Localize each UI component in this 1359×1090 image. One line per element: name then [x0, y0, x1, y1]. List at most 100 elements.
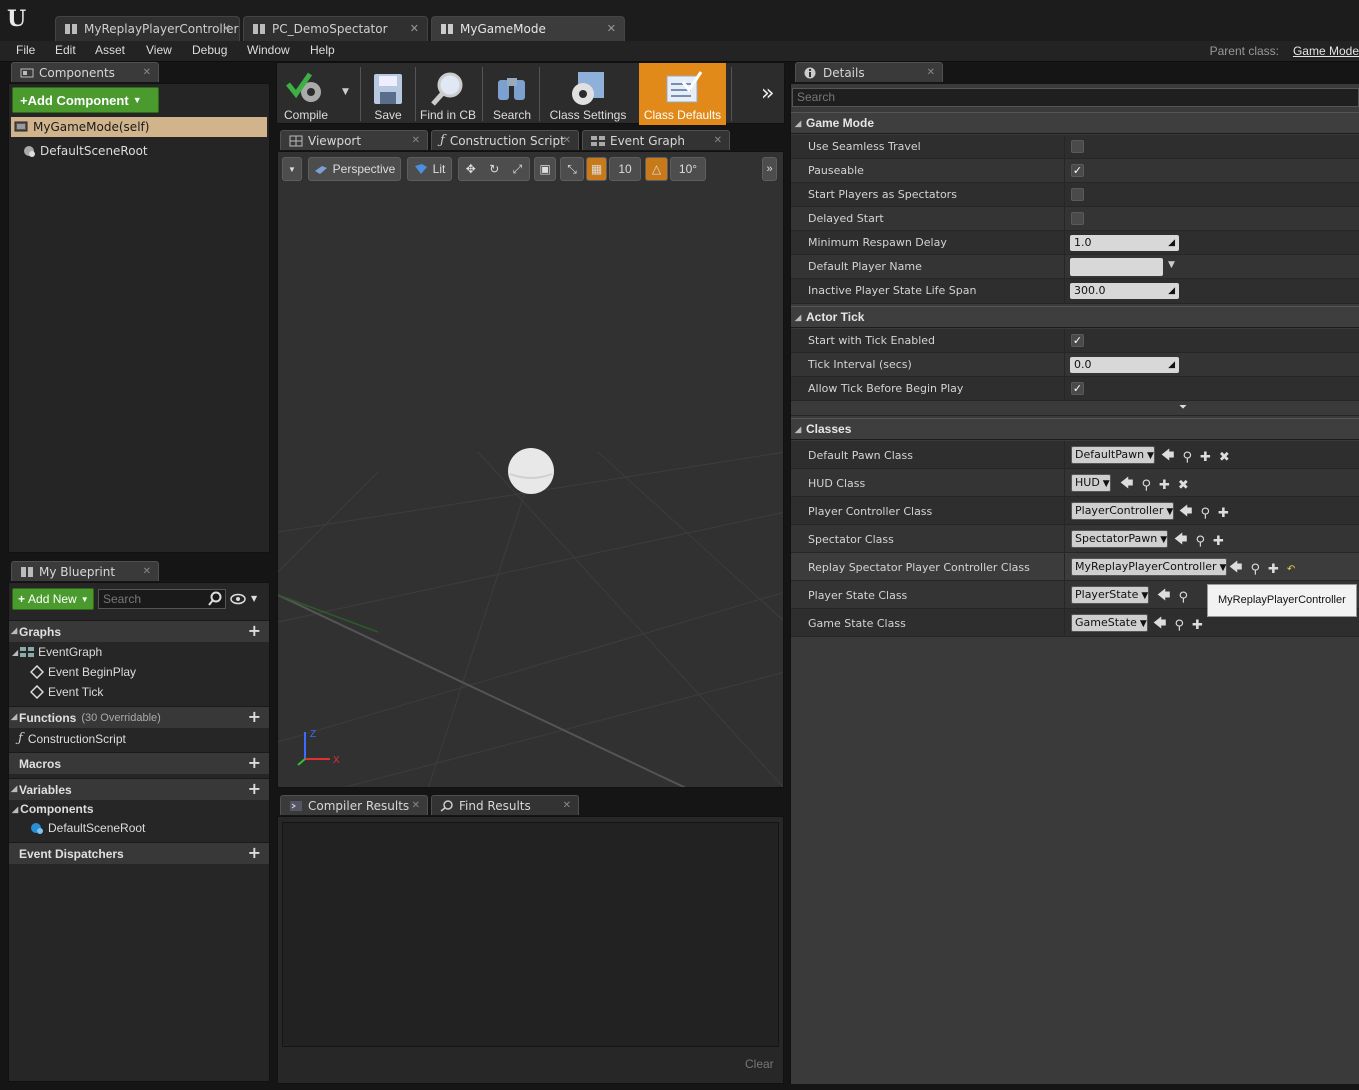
- close-icon[interactable]: ✕: [927, 67, 935, 78]
- inactive-player-state-life-span-input[interactable]: 300.0 ◢: [1070, 283, 1179, 299]
- translate-icon[interactable]: ✥: [466, 162, 476, 176]
- tick-interval-input[interactable]: 0.0 ◢: [1070, 357, 1179, 373]
- tab-details[interactable]: Details ✕: [795, 62, 943, 82]
- add-component-button[interactable]: +Add Component ▼: [12, 87, 159, 113]
- function-item-constructionscript[interactable]: ƒ ConstructionScript: [18, 731, 126, 746]
- collapse-triangle-icon[interactable]: ◢: [11, 626, 17, 635]
- collapse-triangle-icon[interactable]: ◢: [12, 648, 18, 657]
- unreal-logo-icon[interactable]: U: [7, 6, 33, 32]
- scale-icon[interactable]: ⤢: [513, 162, 523, 177]
- variables-subcategory-components[interactable]: ◢ Components: [12, 802, 94, 816]
- close-icon[interactable]: ✕: [563, 800, 571, 811]
- default-player-name-input[interactable]: [1070, 258, 1163, 276]
- details-search-input[interactable]: Search: [792, 88, 1359, 107]
- use-selected-arrow-icon[interactable]: 🡄: [1161, 446, 1174, 468]
- collapse-triangle-icon[interactable]: ◢: [795, 313, 801, 322]
- rotate-icon[interactable]: ↻: [489, 162, 499, 176]
- category-graphs[interactable]: ◢ Graphs +: [9, 620, 269, 642]
- new-class-plus-icon[interactable]: ✚: [1192, 618, 1203, 633]
- toolbar-overflow-icon[interactable]: »: [761, 81, 774, 106]
- event-item-beginplay[interactable]: Event BeginPlay: [30, 665, 136, 679]
- menu-debug[interactable]: Debug: [192, 43, 227, 57]
- use-selected-arrow-icon[interactable]: 🡄: [1179, 502, 1192, 524]
- browse-magnifier-icon[interactable]: ⚲: [1200, 506, 1210, 521]
- eye-icon[interactable]: [230, 593, 248, 605]
- viewport-canvas[interactable]: Z X: [277, 151, 784, 788]
- new-class-plus-icon[interactable]: ✚: [1268, 562, 1279, 577]
- component-row-self[interactable]: MyGameMode(self): [11, 117, 267, 137]
- section-classes[interactable]: ◢ Classes: [791, 418, 1359, 440]
- doc-tab-pc-demospectator[interactable]: PC_DemoSpectator ✕: [243, 16, 428, 41]
- allow-tick-before-begin-play-checkbox[interactable]: ✓: [1071, 382, 1084, 395]
- rotation-snap-toggle[interactable]: △: [645, 157, 668, 181]
- close-icon[interactable]: ✕: [410, 22, 419, 35]
- tab-find-results[interactable]: Find Results ✕: [431, 795, 579, 815]
- search-button[interactable]: Search: [485, 63, 539, 125]
- add-macro-button[interactable]: +: [248, 755, 261, 771]
- use-selected-arrow-icon[interactable]: 🡄: [1157, 586, 1170, 608]
- use-selected-arrow-icon[interactable]: 🡄: [1229, 558, 1242, 580]
- browse-magnifier-icon[interactable]: ⚲: [1141, 478, 1151, 493]
- category-variables[interactable]: ◢ Variables +: [9, 778, 269, 800]
- coordinate-system-button[interactable]: ▣: [534, 157, 556, 181]
- graph-item-eventgraph[interactable]: ◢ EventGraph: [12, 645, 102, 659]
- category-macros[interactable]: Macros +: [9, 752, 269, 774]
- clear-button[interactable]: Clear: [745, 1057, 774, 1071]
- menu-help[interactable]: Help: [310, 43, 335, 57]
- tab-construction-script[interactable]: ƒ Construction Script ✕: [431, 130, 579, 150]
- clear-x-icon[interactable]: ✖: [1178, 478, 1189, 493]
- advanced-expander[interactable]: ⏷: [791, 401, 1359, 416]
- browse-magnifier-icon[interactable]: ⚲: [1174, 618, 1184, 633]
- browse-magnifier-icon[interactable]: ⚲: [1182, 450, 1192, 465]
- use-selected-arrow-icon[interactable]: 🡄: [1120, 474, 1133, 496]
- viewport-expand-button[interactable]: »: [762, 157, 777, 181]
- compiler-results-log[interactable]: [282, 822, 779, 1047]
- add-graph-button[interactable]: +: [248, 623, 261, 639]
- spin-arrows-icon[interactable]: ◢: [1168, 283, 1175, 299]
- close-icon[interactable]: ✕: [222, 22, 231, 35]
- save-button[interactable]: Save: [366, 63, 410, 125]
- use-selected-arrow-icon[interactable]: 🡄: [1174, 530, 1187, 552]
- event-item-tick[interactable]: Event Tick: [30, 685, 103, 699]
- tab-event-graph[interactable]: Event Graph ✕: [582, 130, 730, 150]
- new-class-plus-icon[interactable]: ✚: [1159, 478, 1170, 493]
- spin-arrows-icon[interactable]: ◢: [1168, 235, 1175, 251]
- category-functions[interactable]: ◢ Functions (30 Overridable) +: [9, 706, 269, 728]
- grid-snap-value[interactable]: 10: [609, 157, 641, 181]
- find-in-cb-button[interactable]: Find in CB: [418, 63, 478, 125]
- collapse-triangle-icon[interactable]: ◢: [11, 712, 17, 721]
- game-state-class-combo[interactable]: GameState ▼: [1071, 614, 1148, 632]
- tab-viewport[interactable]: Viewport ✕: [280, 130, 428, 150]
- spectator-class-combo[interactable]: SpectatorPawn ▼: [1071, 530, 1169, 548]
- clear-x-icon[interactable]: ✖: [1219, 450, 1230, 465]
- add-event-dispatcher-button[interactable]: +: [248, 845, 261, 861]
- menu-file[interactable]: File: [16, 43, 35, 57]
- add-variable-button[interactable]: +: [248, 781, 261, 797]
- new-class-plus-icon[interactable]: ✚: [1218, 506, 1229, 521]
- browse-magnifier-icon[interactable]: ⚲: [1178, 590, 1188, 605]
- hud-class-combo[interactable]: HUD ▼: [1071, 474, 1111, 492]
- doc-tab-myreplayplayercontroller[interactable]: MyReplayPlayerController ✕: [55, 16, 240, 41]
- new-class-plus-icon[interactable]: ✚: [1200, 450, 1211, 465]
- menu-asset[interactable]: Asset: [95, 43, 125, 57]
- new-class-plus-icon[interactable]: ✚: [1213, 534, 1224, 549]
- default-pawn-class-combo[interactable]: DefaultPawn ▼: [1071, 446, 1155, 464]
- close-icon[interactable]: ✕: [412, 800, 420, 811]
- use-selected-arrow-icon[interactable]: 🡄: [1153, 614, 1166, 636]
- parent-class-link[interactable]: Game Mode: [1293, 44, 1359, 58]
- doc-tab-mygamemode[interactable]: MyGameMode ✕: [431, 16, 625, 41]
- add-new-button[interactable]: + Add New ▼: [12, 588, 94, 610]
- tab-components[interactable]: Components ✕: [11, 62, 159, 82]
- viewport-options-button[interactable]: ▼: [282, 157, 302, 181]
- browse-magnifier-icon[interactable]: ⚲: [1250, 562, 1260, 577]
- perspective-button[interactable]: Perspective: [308, 157, 401, 181]
- menu-view[interactable]: View: [146, 43, 172, 57]
- close-icon[interactable]: ✕: [143, 67, 151, 78]
- expand-advanced-icon[interactable]: ⏷: [1179, 402, 1187, 413]
- reset-to-default-icon[interactable]: ↶: [1287, 564, 1295, 575]
- menu-window[interactable]: Window: [247, 43, 290, 57]
- close-icon[interactable]: ✕: [143, 566, 151, 577]
- delayed-start-checkbox[interactable]: [1071, 212, 1084, 225]
- collapse-triangle-icon[interactable]: ◢: [795, 119, 801, 128]
- component-row-default-scene-root[interactable]: DefaultSceneRoot: [22, 144, 148, 158]
